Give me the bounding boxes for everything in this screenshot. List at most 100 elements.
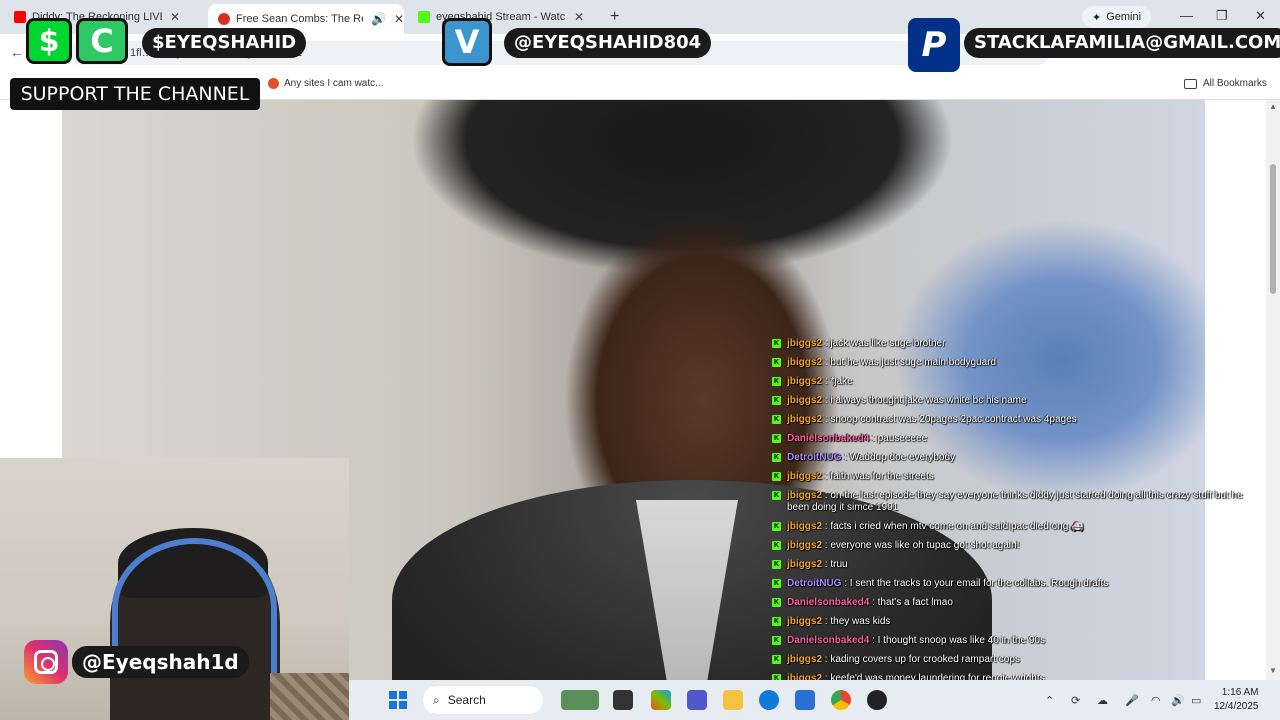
- new-tab-button[interactable]: +: [610, 8, 619, 26]
- chrome-icon[interactable]: [831, 690, 851, 710]
- edge-icon[interactable]: [759, 690, 779, 710]
- chat-username[interactable]: jbiggs2: [787, 559, 822, 570]
- kick-badge-icon: K: [772, 396, 781, 405]
- all-bookmarks-button[interactable]: All Bookmarks: [1184, 78, 1267, 89]
- widgets-icon[interactable]: [561, 690, 599, 710]
- chat-message: Kjbiggs2 : faith was for the streets: [772, 471, 934, 482]
- volume-icon[interactable]: 🔊: [1171, 694, 1185, 707]
- chat-username[interactable]: jbiggs2: [787, 376, 822, 387]
- venmo-icon: V: [442, 18, 492, 66]
- close-icon[interactable]: ✕: [170, 10, 180, 24]
- chat-message: K DetroitNUG : Waddup doe everybody: [772, 452, 956, 463]
- chat-message: Kjbiggs2 : but he was just suge main bod…: [772, 357, 997, 368]
- chat-username[interactable]: Danielsonbaked4: [787, 635, 869, 646]
- kick-badge-icon: K: [772, 415, 781, 424]
- minimize-icon[interactable]: —: [1180, 8, 1193, 23]
- cloud-icon[interactable]: ☁: [1097, 694, 1108, 707]
- bookmark-item[interactable]: Any sites I cam watc...: [268, 78, 383, 89]
- chat-message: Kjbiggs2 : jack was like suge brother: [772, 338, 946, 349]
- chat-username[interactable]: DetroitNUG: [787, 578, 841, 589]
- chat-text: pauseeeee: [877, 433, 928, 444]
- wifi-icon[interactable]: ◠: [1151, 694, 1161, 707]
- chat-message: Kjbiggs2 : on the last episode they say …: [772, 490, 1243, 513]
- close-icon[interactable]: ✕: [394, 12, 404, 26]
- close-window-icon[interactable]: ✕: [1255, 8, 1266, 24]
- kick-badge-icon: K: [772, 472, 781, 481]
- page-scrollbar[interactable]: ▲ ▼: [1266, 100, 1280, 680]
- back-arrow-icon[interactable]: ←: [10, 44, 24, 60]
- chat-message: Kjbiggs2 : snoop contract was 20pages 2p…: [772, 414, 1077, 425]
- chat-username[interactable]: Danielsonbaked4: [787, 597, 869, 608]
- chat-message: Kjbiggs2 : facts i cried when mtv come o…: [772, 521, 1084, 532]
- paypal-icon: P: [908, 18, 960, 72]
- site-icon: [218, 13, 230, 25]
- chat-username[interactable]: jbiggs2: [787, 338, 822, 349]
- scroll-up-icon[interactable]: ▲: [1269, 102, 1277, 111]
- search-label: Search: [447, 693, 486, 707]
- kick-icon: [418, 11, 430, 23]
- screen: Diddy: The Reckoning LIVE!! (S ✕ Free Se…: [0, 0, 1280, 720]
- chat-username[interactable]: jbiggs2: [787, 471, 822, 482]
- microphone-icon[interactable]: 🎤: [1125, 694, 1139, 707]
- windows-start-icon[interactable]: [389, 691, 407, 709]
- folder-icon: [1184, 78, 1197, 89]
- bookmark-favicon-icon: [268, 78, 279, 89]
- chat-text: faith was for the streets: [830, 471, 934, 482]
- chat-username[interactable]: jbiggs2: [787, 521, 822, 532]
- sofa: [270, 673, 349, 720]
- store-icon[interactable]: [795, 690, 815, 710]
- chat-text: snoop contract was 20pages 2pac contract…: [830, 414, 1077, 425]
- cashapp-icon: $: [26, 18, 72, 64]
- tab-kick[interactable]: eyeqshahid Stream - Watch Liv ✕: [408, 6, 604, 28]
- all-bookmarks-label: All Bookmarks: [1203, 78, 1267, 89]
- chat-text: kading covers up for crooked rampart cop…: [830, 654, 1020, 665]
- chat-username[interactable]: jbiggs2: [787, 540, 822, 551]
- chat-username[interactable]: Danielsonbaked4: [787, 433, 869, 444]
- taskbar-search[interactable]: ⌕ Search: [423, 686, 543, 714]
- gemini-button[interactable]: ✦ Gemini: [1082, 6, 1152, 28]
- chat-text: I thought snoop was like 40 in the 90s: [877, 635, 1045, 646]
- scroll-down-icon[interactable]: ▼: [1269, 666, 1277, 675]
- bookmark-label: Any sites I cam watc...: [284, 78, 384, 89]
- task-view-icon[interactable]: [613, 690, 633, 710]
- kick-badge-icon: K: [772, 358, 781, 367]
- tab-title: Free Sean Combs: The Reck: [236, 13, 363, 25]
- maximize-icon[interactable]: ❐: [1216, 8, 1228, 24]
- kick-badge-icon: K: [772, 617, 781, 626]
- system-clock[interactable]: 1:16 AM 12/4/2025: [1214, 686, 1259, 714]
- chat-text: jack was like suge brother: [830, 338, 946, 349]
- copilot-icon[interactable]: [651, 690, 671, 710]
- app-icon[interactable]: [867, 690, 887, 710]
- chat-overlay: Kjbiggs2 : jack was like suge brother Kjb…: [772, 338, 1262, 711]
- kick-badge-icon: K: [772, 453, 781, 462]
- scroll-thumb[interactable]: [1270, 164, 1276, 294]
- close-icon[interactable]: ✕: [574, 10, 584, 24]
- chat-text: truu: [830, 559, 848, 570]
- chat-username[interactable]: jbiggs2: [787, 414, 822, 425]
- chat-username[interactable]: jbiggs2: [787, 357, 822, 368]
- search-icon: ⌕: [433, 692, 440, 707]
- teams-icon[interactable]: [687, 690, 707, 710]
- chat-username[interactable]: jbiggs2: [787, 490, 822, 501]
- youtube-icon: [14, 11, 26, 23]
- chevron-up-icon[interactable]: ⌃: [1045, 694, 1054, 707]
- chat-text: they was kids: [830, 616, 891, 627]
- sync-icon[interactable]: ⟳: [1071, 694, 1080, 707]
- chat-text: Waddup doe everybody: [849, 452, 956, 463]
- kick-badge-icon: K: [772, 377, 781, 386]
- speaker-icon[interactable]: 🔊: [371, 12, 386, 26]
- instagram-icon: [24, 640, 68, 684]
- battery-icon[interactable]: ▭: [1191, 694, 1201, 707]
- chat-username[interactable]: jbiggs2: [787, 654, 822, 665]
- chat-username[interactable]: jbiggs2: [787, 616, 822, 627]
- paypal-email: STACKLAFAMILIA@GMAIL.COM: [964, 28, 1280, 58]
- chat-message: Kjbiggs2 : truu: [772, 559, 848, 570]
- file-explorer-icon[interactable]: [723, 690, 743, 710]
- kick-badge-icon: K: [772, 560, 781, 569]
- venmo-tag: @EYEQSHAHID804: [504, 28, 712, 58]
- chime-icon: C: [76, 18, 128, 64]
- chat-username[interactable]: jbiggs2: [787, 395, 822, 406]
- chat-message: K Danielsonbaked4 : pauseeeee: [772, 433, 928, 444]
- kick-badge-icon: K: [772, 655, 781, 664]
- chat-username[interactable]: DetroitNUG: [787, 452, 841, 463]
